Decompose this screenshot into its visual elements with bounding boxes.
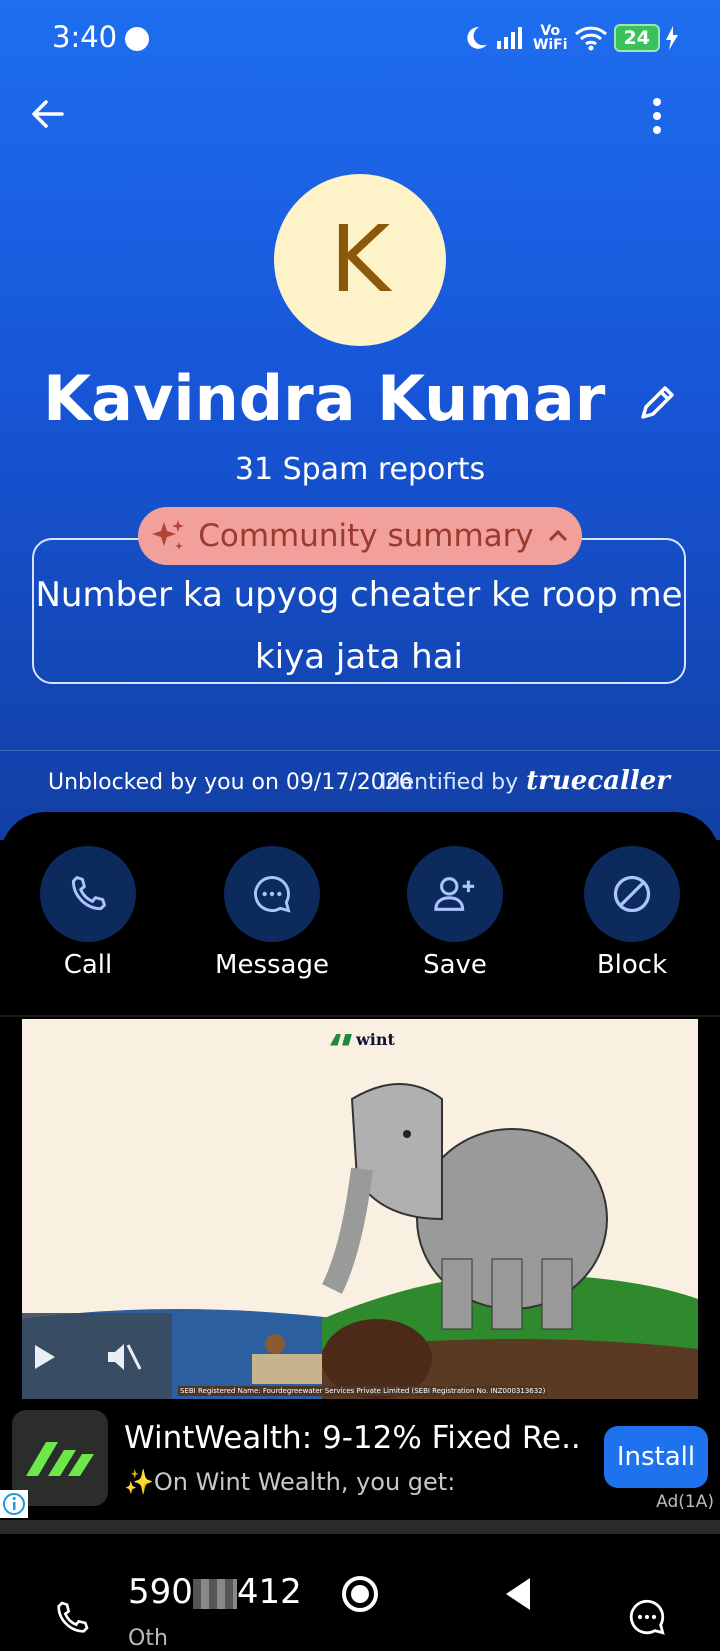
chevron-up-icon xyxy=(548,529,567,542)
message-label: Message xyxy=(215,950,329,980)
ad-tag: Ad(1A) xyxy=(656,1492,714,1512)
divider xyxy=(0,750,720,751)
unblocked-status: Unblocked by you on 09/17/2026 xyxy=(48,770,413,795)
save-button[interactable] xyxy=(407,846,503,942)
ad-subtitle: ✨On Wint Wealth, you get: xyxy=(124,1468,456,1496)
notification-dot-icon xyxy=(125,27,149,51)
home-nav-icon[interactable] xyxy=(340,1574,380,1614)
battery-level: 24 xyxy=(613,24,660,52)
block-label: Block xyxy=(596,950,668,980)
play-icon[interactable] xyxy=(32,1343,58,1371)
ad-title[interactable]: WintWealth: 9-12% Fixed Re... xyxy=(124,1420,584,1456)
status-icons: Vo WiFi 24 xyxy=(463,22,678,54)
save-action[interactable]: Save xyxy=(407,846,503,980)
sebi-disclaimer: SEBI Registered Name: Fourdegreewater Se… xyxy=(178,1386,548,1396)
edit-pencil-icon[interactable] xyxy=(637,383,677,423)
wifi-icon xyxy=(574,26,607,51)
community-summary-text: Number ka upyog cheater ke roop me kiya … xyxy=(35,575,683,677)
block-action[interactable]: Block xyxy=(584,846,680,980)
phone-icon[interactable] xyxy=(52,1598,92,1638)
avatar: K xyxy=(274,174,446,346)
sparkle-icon xyxy=(152,520,185,550)
contact-name: Kavindra Kumar xyxy=(43,362,606,435)
back-nav-icon[interactable] xyxy=(504,1576,532,1612)
truecaller-logo: truecaller xyxy=(526,766,670,796)
call-button[interactable] xyxy=(40,846,136,942)
spam-reports: 31 Spam reports xyxy=(234,452,486,487)
status-time: 3:40 xyxy=(52,20,118,54)
identified-prefix: Identified by xyxy=(380,770,519,795)
community-summary-label: Community summary xyxy=(198,518,534,554)
message-action[interactable]: Message xyxy=(215,846,329,980)
more-options-icon[interactable] xyxy=(650,96,664,136)
video-controls xyxy=(22,1313,172,1399)
back-arrow-icon[interactable] xyxy=(28,94,68,134)
save-label: Save xyxy=(423,950,487,980)
identified-by: Identified by truecaller xyxy=(380,766,670,796)
signal-icon xyxy=(496,27,522,49)
chat-bubble-icon xyxy=(254,876,291,913)
community-summary-toggle[interactable]: Community summary xyxy=(138,507,582,565)
block-button[interactable] xyxy=(584,846,680,942)
separator xyxy=(0,1015,720,1017)
message-button[interactable] xyxy=(224,846,320,942)
ad-bottom-bar xyxy=(0,1520,720,1534)
number-type-label: Oth xyxy=(128,1626,168,1651)
charging-icon xyxy=(666,26,678,50)
install-button[interactable]: Install xyxy=(604,1426,708,1488)
vowifi-indicator: Vo WiFi xyxy=(532,23,568,53)
ad-brand-logo: wint xyxy=(330,1030,395,1049)
moon-icon xyxy=(467,27,487,49)
contact-name-row: Kavindra Kumar xyxy=(0,362,720,435)
ad-info-icon[interactable] xyxy=(0,1490,28,1518)
add-contact-icon xyxy=(434,877,475,911)
block-icon xyxy=(613,875,651,913)
phone-icon xyxy=(71,876,106,911)
phone-number[interactable]: 590 412 xyxy=(128,1572,302,1612)
redacted-digits xyxy=(192,1578,237,1609)
call-action[interactable]: Call xyxy=(40,846,136,980)
call-label: Call xyxy=(63,950,113,980)
status-bar: 3:40 Vo WiFi 24 xyxy=(0,0,720,80)
mute-icon[interactable] xyxy=(106,1341,142,1373)
wint-logo-icon xyxy=(330,1033,352,1046)
chat-bubble-icon[interactable] xyxy=(626,1596,668,1638)
